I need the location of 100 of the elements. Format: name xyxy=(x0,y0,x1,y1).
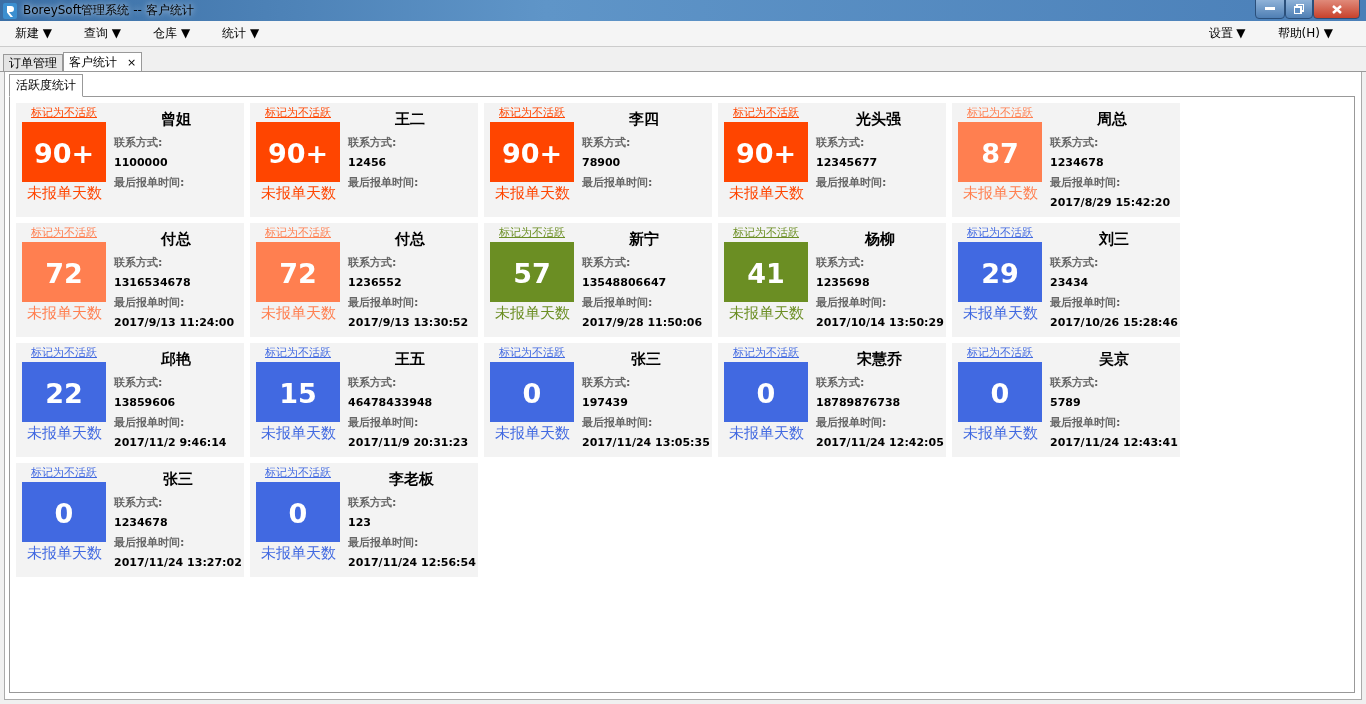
contact-value: 13859606 xyxy=(114,395,177,411)
tab[interactable]: 订单管理 xyxy=(3,54,63,71)
days-badge: 15 xyxy=(256,362,340,422)
contact-value: 18789876738 xyxy=(816,395,902,411)
app-logo-icon xyxy=(3,2,17,19)
menu-item[interactable]: 查询 ▼ xyxy=(77,25,129,42)
days-caption: 未报单天数 xyxy=(494,184,570,203)
last-order-label: 最后报单时间: xyxy=(816,295,888,311)
last-order-label: 最后报单时间: xyxy=(114,415,186,431)
days-caption: 未报单天数 xyxy=(494,304,570,323)
tab[interactable]: 客户统计 × xyxy=(63,52,143,71)
contact-value: 5789 xyxy=(1050,395,1082,411)
contact-value: 1234678 xyxy=(1050,155,1105,171)
contact-value: 1235698 xyxy=(816,275,871,291)
last-order-label: 最后报单时间: xyxy=(1050,415,1122,431)
contact-label: 联系方式: xyxy=(348,255,398,271)
tab[interactable]: 活跃度统计 xyxy=(9,74,83,97)
last-order-time: 2017/9/28 11:50:06 xyxy=(582,315,704,331)
last-order-time: 2017/9/13 11:24:00 xyxy=(114,315,236,331)
menu-item[interactable]: 统计 ▼ xyxy=(215,25,267,42)
days-caption: 未报单天数 xyxy=(260,304,336,323)
days-caption: 未报单天数 xyxy=(260,424,336,443)
contact-label: 联系方式: xyxy=(816,255,866,271)
days-caption: 未报单天数 xyxy=(26,424,102,443)
days-badge: 90+ xyxy=(256,122,340,182)
contact-value: 13548806647 xyxy=(582,275,668,291)
last-order-label: 最后报单时间: xyxy=(816,175,888,191)
restore-icon xyxy=(1294,4,1304,14)
contact-label: 联系方式: xyxy=(582,255,632,271)
days-caption: 未报单天数 xyxy=(26,304,102,323)
contact-value: 1316534678 xyxy=(114,275,192,291)
customer-name: 宋慧乔 xyxy=(857,350,903,369)
last-order-time: 2017/11/24 12:42:05 xyxy=(816,435,944,451)
contact-label: 联系方式: xyxy=(582,135,632,151)
last-order-label: 最后报单时间: xyxy=(348,295,420,311)
days-caption: 未报单天数 xyxy=(728,424,804,443)
last-order-label: 最后报单时间: xyxy=(114,535,186,551)
contact-value: 23434 xyxy=(1050,275,1090,291)
contact-label: 联系方式: xyxy=(348,495,398,511)
contact-label: 联系方式: xyxy=(582,375,632,391)
days-badge: 41 xyxy=(724,242,808,302)
contact-label: 联系方式: xyxy=(114,135,164,151)
last-order-time: 2017/11/24 13:05:35 xyxy=(582,435,710,451)
contact-label: 联系方式: xyxy=(1050,255,1100,271)
customer-name: 付总 xyxy=(161,230,191,249)
last-order-time: 2017/8/29 15:42:20 xyxy=(1050,195,1172,211)
contact-label: 联系方式: xyxy=(348,375,398,391)
days-badge: 0 xyxy=(22,482,106,542)
customer-name: 刘三 xyxy=(1098,230,1129,249)
contact-value: 12345677 xyxy=(816,155,879,171)
menu-item[interactable]: 帮助(H) ▼ xyxy=(1270,25,1340,42)
customer-name: 邱艳 xyxy=(161,350,191,369)
days-badge: 22 xyxy=(22,362,106,422)
last-order-label: 最后报单时间: xyxy=(114,175,186,191)
customer-name: 付总 xyxy=(395,230,425,249)
customer-name: 曾姐 xyxy=(161,110,191,129)
customer-name: 张三 xyxy=(162,470,193,489)
restore-button[interactable] xyxy=(1285,0,1313,19)
last-order-time: 2017/11/9 20:31:23 xyxy=(348,435,470,451)
customer-name: 王五 xyxy=(395,350,425,369)
days-badge: 72 xyxy=(22,242,106,302)
contact-value: 1236552 xyxy=(348,275,403,291)
last-order-label: 最后报单时间: xyxy=(114,295,186,311)
customer-name: 王二 xyxy=(395,110,425,129)
menu-item[interactable]: 仓库 ▼ xyxy=(146,25,198,42)
days-badge: 90+ xyxy=(490,122,574,182)
contact-value: 123 xyxy=(348,515,372,531)
last-order-time: 2017/11/24 13:27:02 xyxy=(114,555,242,571)
customer-name: 李四 xyxy=(629,110,659,129)
menu-item[interactable]: 新建 ▼ xyxy=(8,25,60,42)
days-badge: 0 xyxy=(490,362,574,422)
customer-name: 李老板 xyxy=(389,470,435,489)
close-tab-icon[interactable]: × xyxy=(127,55,137,69)
last-order-label: 最后报单时间: xyxy=(582,415,654,431)
customer-name: 周总 xyxy=(1097,110,1127,129)
menu-item[interactable]: 设置 ▼ xyxy=(1201,25,1253,42)
contact-value: 1100000 xyxy=(114,155,169,171)
last-order-label: 最后报单时间: xyxy=(348,415,420,431)
days-caption: 未报单天数 xyxy=(962,304,1038,323)
days-caption: 未报单天数 xyxy=(260,544,336,563)
contact-label: 联系方式: xyxy=(816,375,866,391)
last-order-time: 2017/11/24 12:56:54 xyxy=(348,555,476,571)
customer-name: 张三 xyxy=(630,350,661,369)
days-caption: 未报单天数 xyxy=(26,184,102,203)
days-badge: 0 xyxy=(724,362,808,422)
contact-value: 1234678 xyxy=(114,515,169,531)
last-order-time: 2017/11/2 9:46:14 xyxy=(114,435,228,451)
days-caption: 未报单天数 xyxy=(962,184,1038,203)
customer-name: 光头强 xyxy=(855,110,901,129)
contact-label: 联系方式: xyxy=(816,135,866,151)
close-button[interactable] xyxy=(1313,0,1360,19)
window-title: BoreySoft管理系统 -- 客户统计 xyxy=(23,2,195,19)
last-order-label: 最后报单时间: xyxy=(1050,175,1122,191)
last-order-time: 2017/9/13 13:30:52 xyxy=(348,315,470,331)
last-order-time: 2017/11/24 12:43:41 xyxy=(1050,435,1178,451)
contact-label: 联系方式: xyxy=(114,255,164,271)
days-badge: 29 xyxy=(958,242,1042,302)
contact-value: 197439 xyxy=(582,395,629,411)
days-caption: 未报单天数 xyxy=(494,424,570,443)
minimize-button[interactable] xyxy=(1255,0,1285,19)
